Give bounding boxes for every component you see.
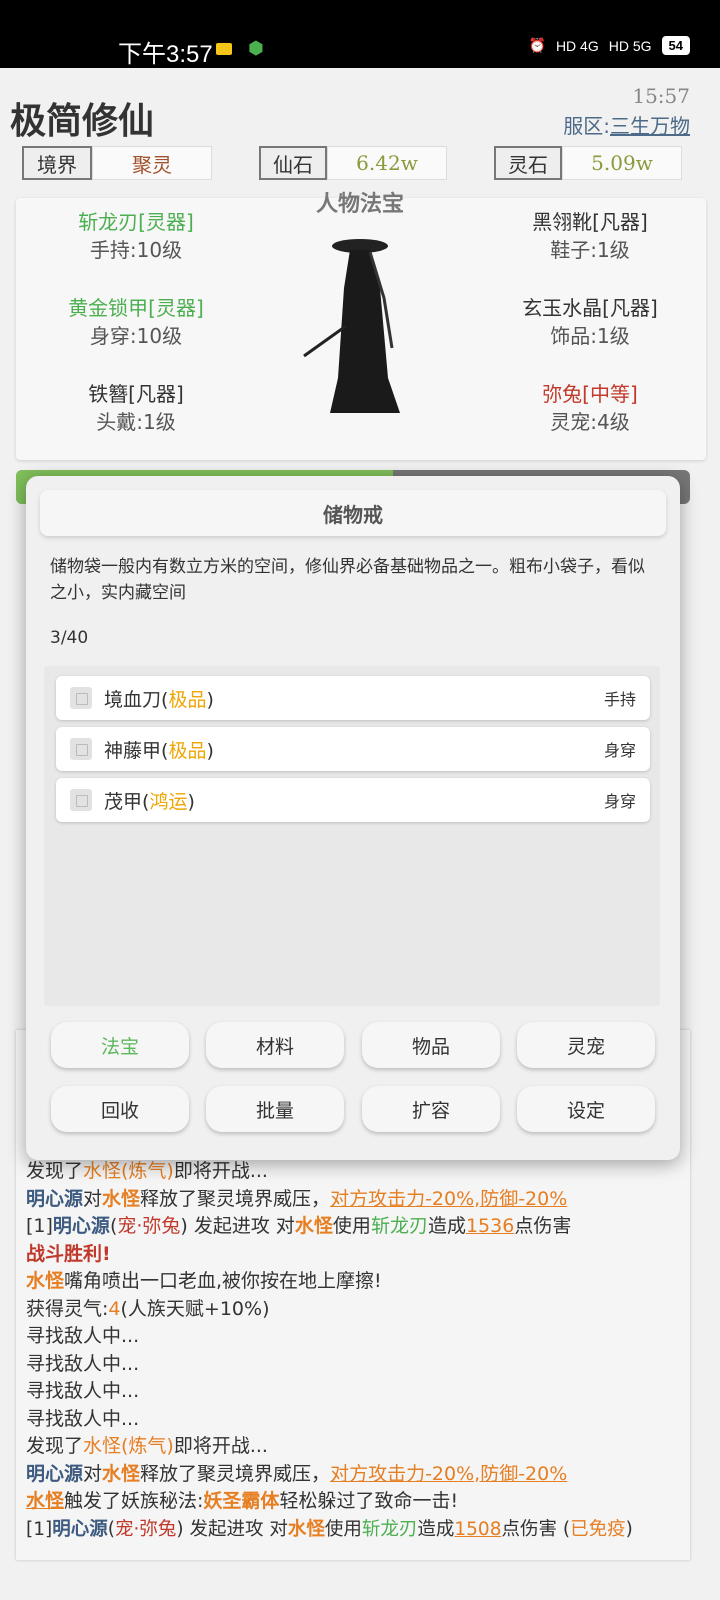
equip-name: 黄金锁甲[灵器] [68,296,204,320]
server-info[interactable]: 服区:三生万物 [563,110,690,139]
checkbox[interactable] [70,738,92,760]
storage-ring-dialog: 储物戒 储物袋一般内有数立方米的空间，修仙界必备基础物品之一。粗布小袋子，看似之… [26,476,680,1160]
equip-slot-head[interactable]: 铁簪[凡器] 头戴:1级 [16,380,256,436]
log-line: 寻找敌人中... [26,1352,140,1375]
log-line: 发现了水怪(炼气)即将开战... [26,1160,268,1182]
log-line: 明心源对水怪释放了聚灵境界威压，对方攻击力-20%,防御-20% [26,1462,568,1485]
item-slot: 身穿 [603,792,636,811]
equip-name: 铁簪[凡器] [88,382,184,406]
status-time: 下午3:57 [118,41,213,68]
log-line: 战斗胜利! [26,1242,111,1265]
equipment-title: 人物法宝 [315,192,404,217]
battle-log: 发现了水怪(炼气)即将开战... 明心源对水怪释放了聚灵境界威压，对方攻击力-2… [26,1158,696,1543]
equip-name: 弥兔[中等] [542,382,638,406]
stat-realm-label: 境界 [22,146,92,180]
log-line: 寻找敌人中... [26,1325,140,1347]
server-name-link[interactable]: 三生万物 [610,114,690,138]
alarm-icon: ⏰ [528,37,546,53]
tab-treasure-button[interactable]: 法宝 [51,1022,189,1068]
log-line: 寻找敌人中... [26,1407,140,1430]
item-list[interactable]: 境血刀(极品) 手持 神藤甲(极品) 身穿 茂甲(鸿运) 身穿 [44,666,660,1006]
item-name: 境血刀(极品) [104,688,214,711]
dialog-title: 储物戒 [40,490,666,536]
server-prefix: 服区: [563,114,610,138]
status-icons: ⏰ HD 4G HD 5G 54 [528,36,690,55]
tab-items-button[interactable]: 物品 [362,1022,500,1068]
signal-4g-icon: HD 4G [555,37,599,54]
equip-slot-armor[interactable]: 黄金锁甲[灵器] 身穿:10级 [16,294,256,350]
checkbox[interactable] [70,789,92,811]
item-name: 茂甲(鸿运) [104,790,195,813]
notification-icon [216,43,232,55]
tab-materials-button[interactable]: 材料 [206,1022,344,1068]
signal-5g-icon: HD 5G [608,37,652,54]
stat-immortal-stone-label: 仙石 [259,146,327,180]
capacity-count: 3/40 [50,628,89,648]
list-item[interactable]: 境血刀(极品) 手持 [56,676,650,720]
stat-immortal-stone-value: 6.42w [327,146,447,180]
equip-name: 玄玉水晶[凡器] [522,296,658,320]
stat-spirit-stone-label: 灵石 [494,146,562,180]
equip-slot-pet[interactable]: 弥兔[中等] 灵宠:4级 [470,380,710,436]
equipment-card: 斩龙刃[灵器] 手持:10级 黄金锁甲[灵器] 身穿:10级 铁簪[凡器] 头戴… [16,198,706,460]
tab-pets-button[interactable]: 灵宠 [517,1022,655,1068]
log-line: 发现了水怪(炼气)即将开战... [26,1435,268,1457]
battery-icon: 54 [661,36,690,55]
item-slot: 手持 [603,690,636,709]
log-line: 寻找敌人中... [26,1380,140,1402]
log-line: 明心源对水怪释放了聚灵境界威压，对方攻击力-20%,防御-20% [26,1187,568,1210]
list-item[interactable]: 神藤甲(极品) 身穿 [56,727,650,771]
log-line: 水怪嘴角喷出一口老血,被你按在地上摩擦! [26,1270,382,1292]
equip-level: 身穿:10级 [89,324,183,348]
stat-realm: 境界 聚灵 [22,146,212,180]
item-name: 神藤甲(极品) [104,739,214,762]
item-slot: 身穿 [603,741,636,760]
log-line: [1]明心源(宠·弥兔) 发起进攻 对水怪使用斩龙刃造成1536点伤害 [26,1215,572,1237]
equip-level: 饰品:1级 [550,324,630,348]
log-line: [1]明心源(宠·弥兔) 发起进攻 对水怪使用斩龙刃造成1508点伤害 (已免疫… [26,1518,633,1540]
expand-button[interactable]: 扩容 [362,1086,500,1132]
stat-spirit-stone-value: 5.09w [562,146,682,180]
app-title: 极简修仙 [10,100,155,142]
character-portrait [303,239,400,413]
log-line: 水怪触发了妖族秘法:妖圣霸体轻松躲过了致命一击! [26,1490,459,1512]
stat-spirit-stone: 灵石 5.09w [494,146,682,180]
clock: 15:57 [632,84,690,108]
stat-realm-value: 聚灵 [92,146,212,180]
log-line: 获得灵气:4(人族天赋+10%) [26,1297,270,1320]
equip-level: 手持:10级 [89,238,183,262]
checkbox[interactable] [70,687,92,709]
equip-level: 灵宠:4级 [550,410,630,434]
equip-level: 鞋子:1级 [550,238,630,262]
dialog-description: 储物袋一般内有数立方米的空间，修仙界必备基础物品之一。粗布小袋子，看似之小，实内… [50,557,645,603]
recycle-button[interactable]: 回收 [51,1086,189,1132]
equip-slot-accessory[interactable]: 玄玉水晶[凡器] 饰品:1级 [470,294,710,350]
status-bar: 下午3:57 ⬢ ⏰ HD 4G HD 5G 54 [0,0,720,68]
batch-button[interactable]: 批量 [206,1086,344,1132]
stat-immortal-stone: 仙石 6.42w [259,146,447,180]
list-item[interactable]: 茂甲(鸿运) 身穿 [56,778,650,822]
equip-level: 头戴:1级 [96,410,176,434]
settings-button[interactable]: 设定 [517,1086,655,1132]
shield-icon: ⬢ [248,38,264,59]
